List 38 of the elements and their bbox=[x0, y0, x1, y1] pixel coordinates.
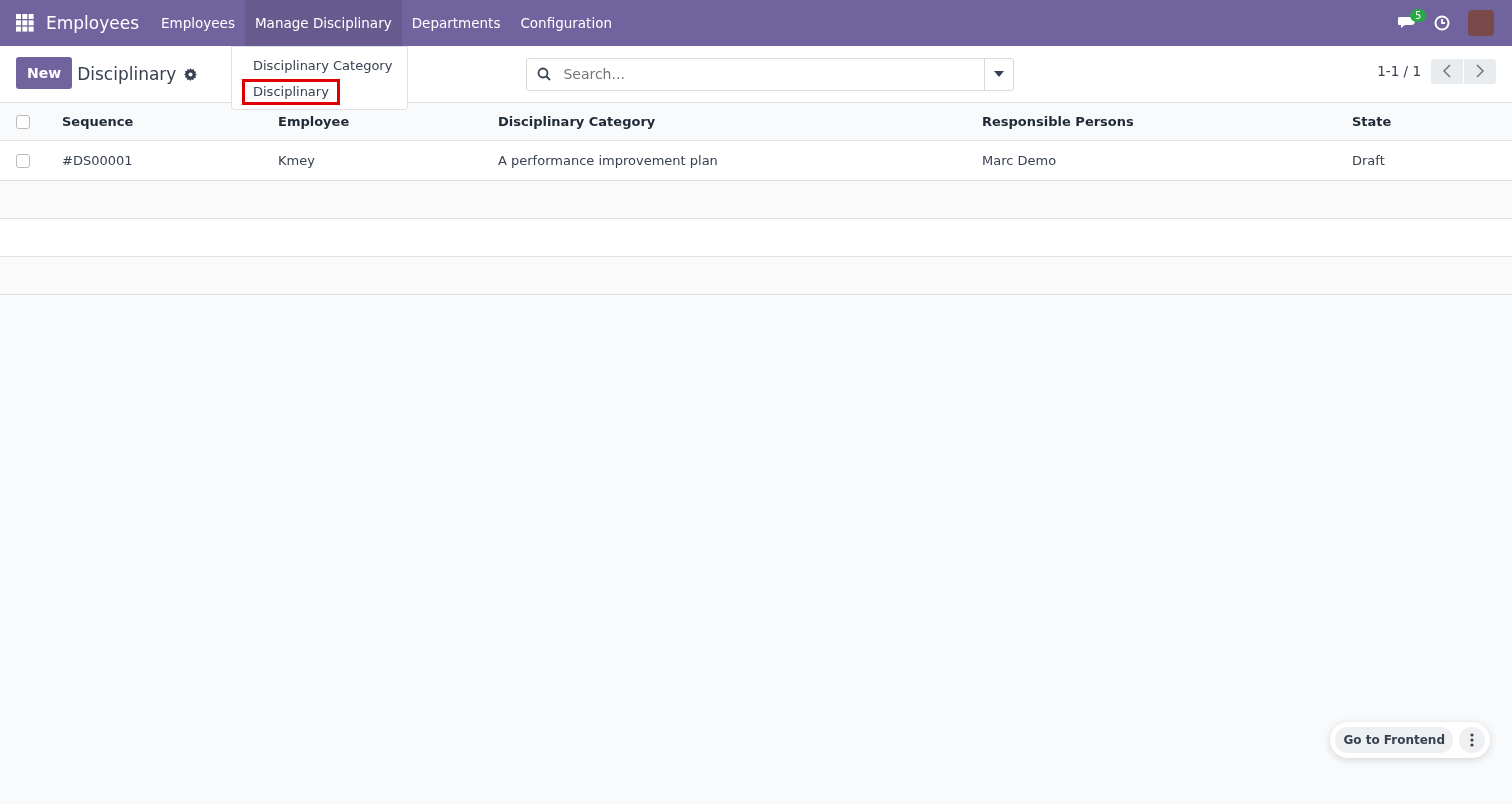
new-button[interactable]: New bbox=[16, 57, 73, 89]
table-cell-text: Draft bbox=[1352, 153, 1386, 168]
menu-item[interactable]: Configuration bbox=[510, 0, 622, 46]
chevron-left-icon bbox=[1443, 64, 1451, 78]
column-header[interactable]: Disciplinary Category bbox=[498, 114, 982, 129]
search-bar[interactable]: Search... bbox=[526, 57, 1015, 91]
column-header[interactable]: Sequence bbox=[62, 114, 278, 129]
table-cell-text: #DS00001 bbox=[62, 153, 134, 168]
page-title: Disciplinary bbox=[77, 64, 177, 84]
menu-item[interactable]: Manage Disciplinary bbox=[244, 0, 402, 46]
message-count-badge: 5 bbox=[1410, 9, 1427, 22]
column-header[interactable]: State bbox=[1352, 114, 1512, 129]
table-cell-text: Marc Demo bbox=[982, 153, 1058, 168]
column-header[interactable]: Employee bbox=[278, 114, 498, 129]
table-cell-text: A performance improvement plan bbox=[498, 153, 719, 168]
dropdown-item[interactable]: Disciplinary bbox=[242, 79, 340, 105]
apps-grid-icon[interactable] bbox=[16, 14, 34, 32]
vertical-dots-icon bbox=[1470, 733, 1474, 747]
app-title: Employees bbox=[46, 13, 140, 33]
clock-icon[interactable] bbox=[1434, 15, 1450, 31]
dropdown-item[interactable]: Disciplinary Category bbox=[242, 53, 404, 79]
column-header[interactable]: Responsible Persons bbox=[982, 114, 1352, 129]
gear-icon[interactable] bbox=[184, 67, 198, 81]
go-to-frontend-button[interactable]: Go to Frontend bbox=[1335, 727, 1453, 753]
table-cell-text: Kmey bbox=[278, 153, 316, 168]
menu-item[interactable]: Employees bbox=[151, 0, 245, 46]
pager-value: 1-1 / 1 bbox=[1377, 63, 1421, 79]
more-options-button[interactable] bbox=[1459, 727, 1485, 753]
next-button[interactable] bbox=[1464, 58, 1496, 84]
row-checkbox[interactable] bbox=[16, 153, 30, 168]
select-all-checkbox[interactable] bbox=[16, 114, 30, 129]
menu-item[interactable]: Departments bbox=[401, 0, 511, 46]
chat-icon[interactable] bbox=[1398, 15, 1416, 31]
previous-button[interactable] bbox=[1431, 58, 1463, 84]
chevron-right-icon bbox=[1476, 64, 1484, 78]
search-icon bbox=[537, 67, 552, 81]
search-input[interactable]: Search... bbox=[561, 65, 985, 83]
caret-icon[interactable] bbox=[994, 71, 1005, 77]
